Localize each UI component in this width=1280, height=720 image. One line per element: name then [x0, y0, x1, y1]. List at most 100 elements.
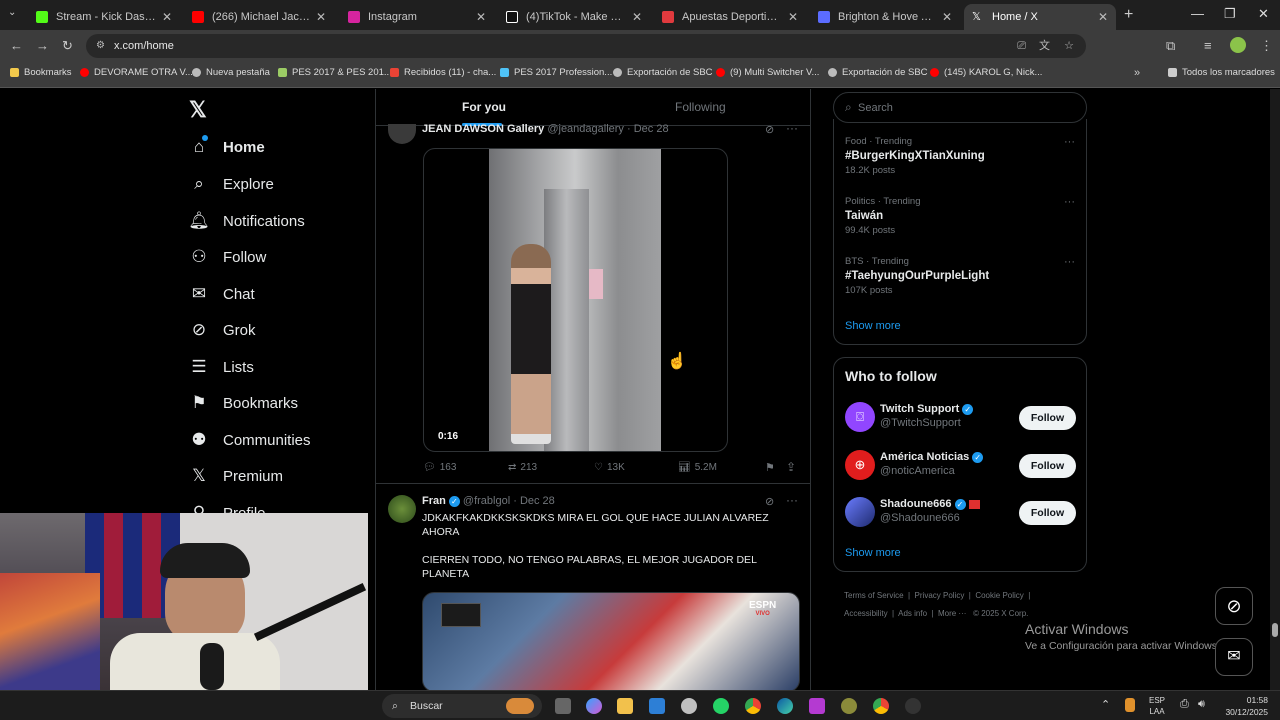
close-window-icon[interactable]: ✕	[1258, 6, 1269, 22]
grok-icon[interactable]: ⊘	[765, 123, 774, 136]
suggestion-name[interactable]: Twitch Support	[880, 403, 959, 415]
all-bookmarks[interactable]: Todos los marcadores	[1168, 67, 1275, 78]
tab-for-you[interactable]: For you	[462, 100, 506, 114]
bookmark-item[interactable]: Exportación de SBC	[828, 67, 928, 78]
show-more-trends-link[interactable]: Show more	[845, 320, 901, 332]
post-date[interactable]: · Dec 28	[513, 495, 555, 507]
edge-icon[interactable]	[777, 698, 793, 714]
tab-search-icon[interactable]: ⌄	[8, 7, 16, 18]
new-tab-icon[interactable]: +	[1124, 6, 1133, 24]
footer-link[interactable]: Terms of Service	[844, 591, 904, 600]
app-icon[interactable]	[841, 698, 857, 714]
avatar[interactable]: ⌼	[845, 402, 875, 432]
post-date[interactable]: · Dec 28	[627, 123, 669, 135]
app-icon[interactable]	[809, 698, 825, 714]
address-bar[interactable]: ⚙ x.com/home ⎚ 文 ☆	[86, 34, 1086, 58]
more-icon[interactable]: ···	[786, 493, 798, 507]
back-icon[interactable]: ←	[10, 38, 23, 53]
tab-brighton[interactable]: Brighton & Hove Albion - ✕	[810, 4, 960, 30]
bookmark-item[interactable]: Exportación de SBC	[613, 67, 713, 78]
post-jean-dawson[interactable]: JEAN DAWSON Gallery @jeandagallery · Dec…	[376, 121, 810, 484]
media-player-icon[interactable]	[905, 698, 921, 714]
install-icon[interactable]: ⎚	[1017, 34, 1026, 58]
bookmark-item[interactable]: PES 2017 Profession...	[500, 67, 612, 78]
translate-icon[interactable]: 文	[1039, 34, 1050, 58]
grok-icon[interactable]: ⊘	[765, 495, 774, 508]
close-tab-icon[interactable]: ✕	[316, 10, 326, 24]
bookmark-item[interactable]: DEVORAME OTRA V...	[80, 67, 193, 78]
nav-follow[interactable]: ⚇ Follow	[189, 247, 266, 267]
site-info-icon[interactable]: ⚙	[96, 34, 105, 58]
video-player[interactable]: 0:16	[423, 148, 728, 452]
follow-suggestion[interactable]: ⌼ Twitch Support ✓ @TwitchSupport Follow	[834, 400, 1088, 436]
author-name[interactable]: Fran	[422, 495, 446, 507]
nav-chat[interactable]: ✉ Chat	[189, 284, 255, 304]
nav-bookmarks[interactable]: ⚑ Bookmarks	[189, 393, 298, 413]
trend-item[interactable]: Politics · Trending Taiwán 99.4K posts ·…	[845, 196, 1075, 236]
tab-tiktok[interactable]: (4)TikTok - Make Your Day ✕	[498, 4, 650, 30]
reload-icon[interactable]: ↻	[62, 38, 73, 54]
messages-floating-button[interactable]: ✉	[1215, 638, 1253, 676]
footer-link[interactable]: More ···	[938, 609, 966, 618]
file-explorer-icon[interactable]	[617, 698, 633, 714]
avatar[interactable]	[388, 495, 416, 523]
scrollbar-track[interactable]	[1270, 89, 1280, 690]
nav-premium[interactable]: 𝕏 Premium	[189, 466, 283, 486]
tab-instagram[interactable]: Instagram ✕	[340, 4, 494, 30]
scrollbar-thumb[interactable]	[1272, 623, 1278, 637]
footer-link[interactable]: Cookie Policy	[975, 591, 1023, 600]
close-tab-icon[interactable]: ✕	[942, 10, 952, 24]
avatar[interactable]: ⊕	[845, 450, 875, 480]
more-bookmarks-icon[interactable]: »	[1134, 67, 1140, 79]
grok-floating-button[interactable]: ⊘	[1215, 587, 1253, 625]
close-tab-icon[interactable]: ✕	[476, 10, 486, 24]
author-name[interactable]: JEAN DAWSON Gallery	[422, 123, 544, 135]
close-tab-icon[interactable]: ✕	[162, 10, 172, 24]
nav-explore[interactable]: ⌕ Explore	[189, 174, 274, 194]
menu-icon[interactable]: ⋮	[1260, 38, 1273, 54]
close-tab-icon[interactable]: ✕	[632, 10, 642, 24]
post-video[interactable]: ESPN VIVO	[422, 592, 800, 690]
profile-avatar[interactable]	[1230, 37, 1246, 53]
bookmark-item[interactable]: PES 2017 & PES 201...	[278, 67, 392, 78]
bookmark-item[interactable]: Recibidos (11) - cha...	[390, 67, 496, 78]
tab-apuestas[interactable]: Apuestas Deportivas - Cas ✕	[654, 4, 806, 30]
author-handle[interactable]: @frablgol	[463, 495, 510, 507]
more-icon[interactable]: ···	[1064, 256, 1075, 268]
tab-x-home[interactable]: 𝕏 Home / X ✕	[964, 4, 1116, 30]
chrome-active-icon[interactable]	[873, 698, 889, 714]
close-tab-icon[interactable]: ✕	[788, 10, 798, 24]
extensions-icon[interactable]: ⧉	[1166, 38, 1175, 54]
network-icon[interactable]: ⎙	[1180, 698, 1189, 711]
close-tab-icon[interactable]: ✕	[1098, 10, 1108, 24]
footer-link[interactable]: Accessibility	[844, 609, 888, 618]
more-icon[interactable]: ···	[786, 121, 798, 135]
language-indicator[interactable]: ESP LAA	[1149, 695, 1165, 717]
nav-grok[interactable]: ⊘ Grok	[189, 320, 256, 340]
tab-youtube[interactable]: (266) Michael Jackson - Do ✕	[184, 4, 334, 30]
nav-home[interactable]: ⌂ Home	[189, 135, 265, 157]
bookmark-icon[interactable]: ⚑	[765, 461, 775, 474]
trend-item[interactable]: BTS · Trending #TaehyungOurPurpleLight 1…	[845, 256, 1075, 296]
footer-link[interactable]: Privacy Policy	[915, 591, 965, 600]
tray-chevron-icon[interactable]: ⌃	[1101, 698, 1110, 711]
nav-notifications[interactable]: 🔔︎ Notifications	[188, 211, 305, 231]
avatar[interactable]	[845, 497, 875, 527]
copilot-icon[interactable]	[586, 698, 602, 714]
forward-icon[interactable]: →	[36, 38, 49, 53]
trend-item[interactable]: Food · Trending #BurgerKingXTianXuning 1…	[845, 136, 1075, 176]
steam-icon[interactable]	[681, 698, 697, 714]
suggestion-name[interactable]: Shadoune666	[880, 498, 952, 510]
clock[interactable]: 01:58 30/12/2025	[1220, 694, 1268, 718]
tab-kick[interactable]: Stream - Kick Dashboard ✕	[28, 4, 180, 30]
like-button[interactable]: ♡ 13K	[594, 462, 625, 473]
nav-lists[interactable]: ☰ Lists	[189, 357, 253, 377]
follow-suggestion[interactable]: ⊕ América Noticias ✓ @noticAmerica Follow	[834, 448, 1088, 484]
avatar[interactable]	[388, 124, 416, 144]
author-handle[interactable]: @jeandagallery	[547, 123, 624, 135]
star-icon[interactable]: ☆	[1064, 34, 1074, 58]
bookmark-item[interactable]: (9) Multi Switcher V...	[716, 67, 819, 78]
task-view-icon[interactable]	[555, 698, 571, 714]
volume-icon[interactable]: 🔊︎	[1198, 698, 1205, 711]
restore-icon[interactable]: ❐	[1224, 6, 1236, 22]
